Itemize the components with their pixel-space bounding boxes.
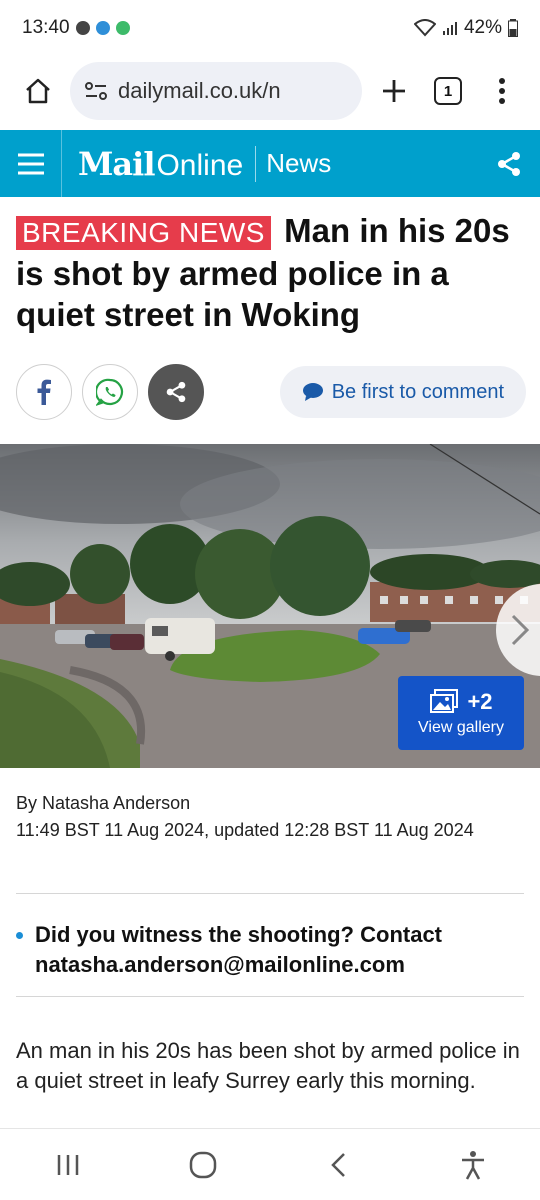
address-bar[interactable]: dailymail.co.uk/n — [70, 62, 362, 120]
wifi-icon — [413, 19, 436, 37]
new-tab-button[interactable] — [372, 69, 416, 113]
more-vert-icon — [499, 78, 505, 104]
comment-icon — [302, 383, 323, 401]
battery-icon — [508, 19, 518, 37]
header-share-button[interactable] — [478, 130, 540, 197]
whatsapp-share-button[interactable] — [82, 364, 138, 420]
back-button[interactable] — [308, 1135, 368, 1195]
comment-label: Be first to comment — [331, 380, 504, 403]
breaking-news-badge: BREAKING NEWS — [16, 216, 271, 250]
comment-button[interactable]: Be first to comment — [279, 366, 526, 418]
view-gallery-button[interactable]: +2 View gallery — [398, 676, 524, 750]
byline: By Natasha Anderson 11:49 BST 11 Aug 202… — [16, 790, 526, 844]
url-text: dailymail.co.uk/n — [118, 78, 281, 103]
tabs-button[interactable]: 1 — [426, 69, 470, 113]
witness-callout: Did you witness the shooting? Contact na… — [16, 920, 524, 980]
logo-mail: Mail — [78, 144, 155, 183]
recents-button[interactable] — [38, 1135, 98, 1195]
site-logo[interactable]: Mail Online — [62, 145, 243, 183]
plus-icon — [383, 80, 405, 102]
menu-button[interactable] — [0, 130, 62, 197]
home-nav-button[interactable] — [173, 1135, 233, 1195]
share-icon — [498, 151, 520, 176]
share-row: Be first to comment — [16, 364, 526, 420]
bullet-icon — [16, 932, 23, 939]
share-icon — [166, 381, 186, 403]
signal-icon — [442, 22, 457, 35]
status-time: 13:40 — [22, 17, 70, 38]
article-body: An man in his 20s has been shot by armed… — [16, 1038, 520, 1093]
recents-icon — [57, 1154, 78, 1175]
notification-icon — [75, 21, 90, 35]
gallery-icon — [430, 689, 459, 713]
facebook-icon — [37, 379, 51, 405]
site-settings-icon — [85, 82, 107, 100]
status-left: 13:40 — [22, 17, 130, 39]
gallery-count: +2 — [467, 689, 493, 714]
home-circle-icon — [189, 1151, 216, 1178]
divider — [16, 893, 524, 894]
author-name[interactable]: By Natasha Anderson — [16, 790, 526, 817]
accessibility-icon — [461, 1150, 484, 1180]
header-divider — [255, 145, 257, 182]
tabs-icon: 1 — [434, 77, 462, 105]
article-headline: BREAKING NEWS Man in his 20s is shot by … — [16, 210, 526, 335]
status-bar: 13:40 42% — [0, 0, 540, 56]
browser-toolbar: dailymail.co.uk/n 1 — [0, 56, 540, 126]
hamburger-icon — [17, 153, 44, 174]
hero-image[interactable]: +2 View gallery — [0, 444, 540, 768]
notification-icon — [115, 21, 130, 35]
divider — [16, 996, 524, 997]
witness-text: Did you witness the shooting? Contact na… — [35, 920, 442, 980]
gallery-count-row: +2 — [429, 689, 493, 715]
notification-icon — [95, 21, 110, 35]
accessibility-button[interactable] — [443, 1135, 503, 1195]
site-header: Mail Online News — [0, 130, 540, 197]
home-icon — [26, 78, 50, 104]
chevron-right-icon — [511, 614, 530, 646]
witness-line: Did you witness the shooting? Contact — [35, 922, 442, 947]
gallery-label: View gallery — [418, 719, 504, 736]
logo-online: Online — [156, 148, 244, 182]
section-link[interactable]: News — [266, 148, 331, 179]
browser-menu-button[interactable] — [480, 69, 524, 113]
back-icon — [330, 1152, 345, 1177]
publish-timestamp: 11:49 BST 11 Aug 2024, updated 12:28 BST… — [16, 820, 474, 840]
more-share-button[interactable] — [148, 364, 204, 420]
status-right: 42% — [413, 17, 518, 39]
whatsapp-icon — [96, 378, 124, 406]
facebook-share-button[interactable] — [16, 364, 72, 420]
home-button[interactable] — [16, 69, 60, 113]
battery-percent: 42% — [463, 17, 502, 38]
contact-email[interactable]: natasha.anderson@mailonline.com — [35, 950, 442, 980]
system-nav-bar — [0, 1128, 540, 1200]
